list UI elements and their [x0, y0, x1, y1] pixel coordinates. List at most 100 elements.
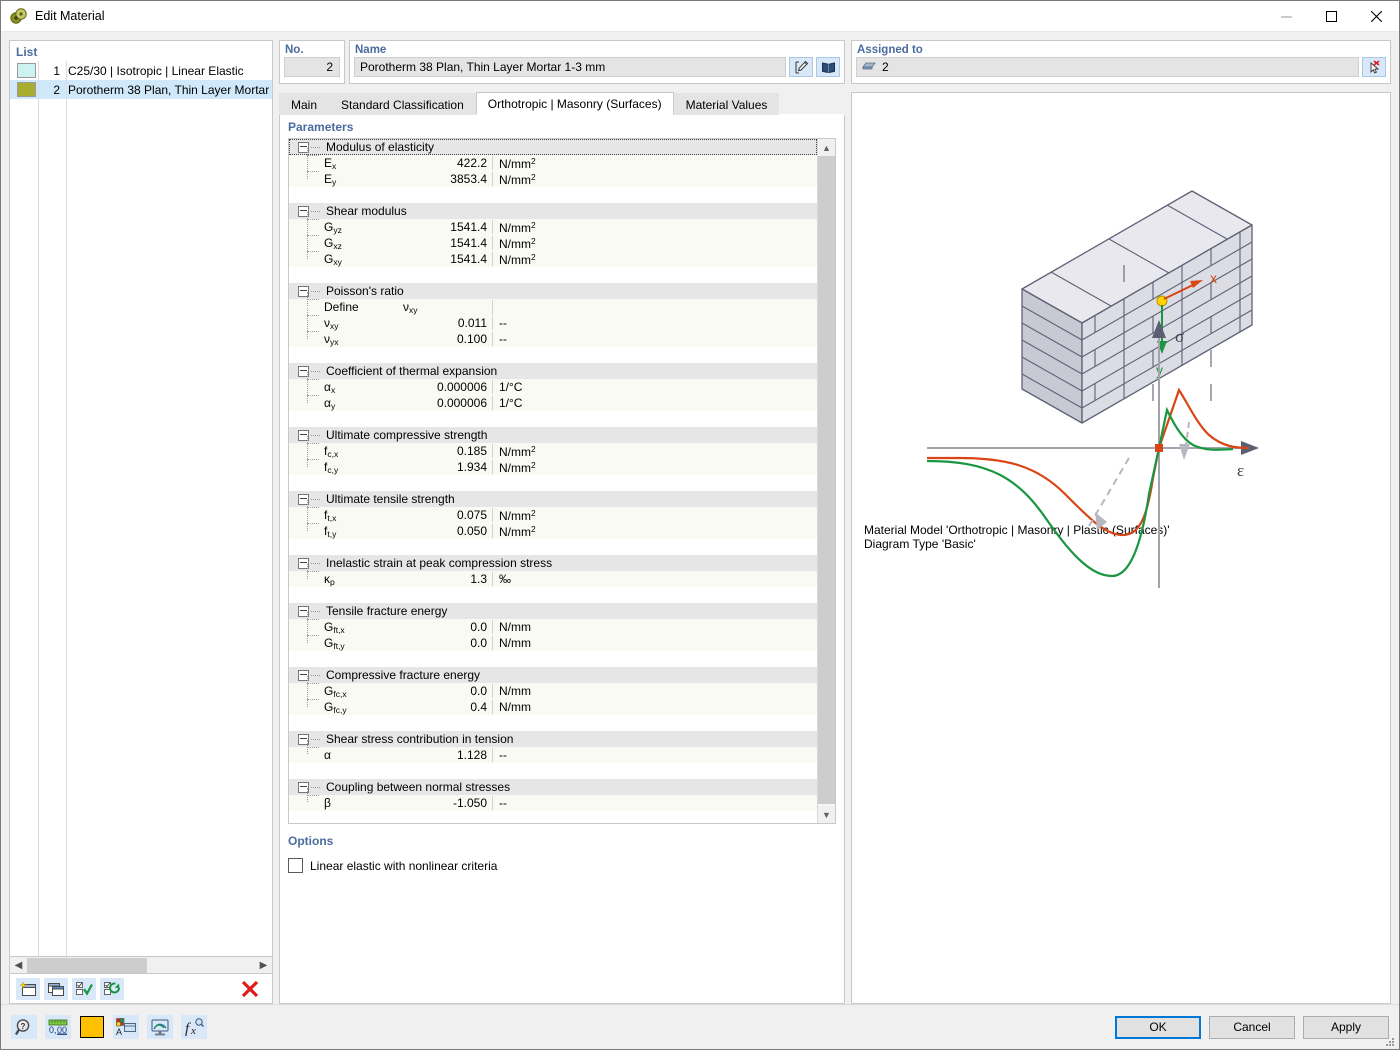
parameter-row[interactable]: Defineνxy [289, 299, 817, 315]
scroll-up-icon[interactable]: ▲ [818, 139, 835, 156]
close-icon[interactable] [1354, 1, 1399, 31]
parameter-value[interactable]: 0.0 [397, 684, 493, 698]
parameter-row[interactable]: Gxz1541.4N/mm2 [289, 235, 817, 251]
parameter-row[interactable]: Gyz1541.4N/mm2 [289, 219, 817, 235]
parameter-group-header[interactable]: Inelastic strain at peak compression str… [289, 555, 817, 571]
parameter-group-header[interactable]: Coupling between normal stresses [289, 779, 817, 795]
assigned-to-input[interactable]: 2 [856, 57, 1359, 77]
list-item[interactable]: 2Porotherm 38 Plan, Thin Layer Mortar 1-… [10, 80, 272, 99]
hscroll-track[interactable] [27, 958, 255, 973]
parameter-value[interactable]: 0.100 [397, 332, 493, 346]
parameter-row[interactable]: α1.128-- [289, 747, 817, 763]
hscroll-thumb[interactable] [27, 958, 147, 973]
parameter-value[interactable]: 1541.4 [397, 252, 493, 266]
parameter-row[interactable]: Gfc,x0.0N/mm [289, 683, 817, 699]
parameter-row[interactable]: Gxy1541.4N/mm2 [289, 251, 817, 267]
parameter-group-header[interactable]: Coefficient of thermal expansion [289, 363, 817, 379]
cancel-button[interactable]: Cancel [1209, 1016, 1295, 1039]
parameter-group-header[interactable]: Ultimate tensile strength [289, 491, 817, 507]
parameter-group-header[interactable]: Modulus of elasticity [289, 139, 817, 155]
color-swatch-icon[interactable] [79, 1015, 105, 1039]
parameter-group-header[interactable]: Tensile fracture energy [289, 603, 817, 619]
render-monitor-icon[interactable] [147, 1015, 173, 1039]
parameter-value[interactable]: νxy [397, 300, 493, 315]
name-input[interactable]: Porotherm 38 Plan, Thin Layer Mortar 1-3… [354, 57, 786, 77]
maximize-icon[interactable] [1309, 1, 1354, 31]
parameter-value[interactable]: -1.050 [397, 796, 493, 810]
scroll-down-icon[interactable]: ▼ [818, 806, 835, 823]
library-book-icon[interactable] [816, 57, 840, 77]
pencil-edit-icon[interactable] [789, 57, 813, 77]
parameter-row[interactable]: Gft,y0.0N/mm [289, 635, 817, 651]
tab-standard-classification[interactable]: Standard Classification [329, 93, 476, 115]
delete-material-button[interactable] [238, 978, 262, 1000]
parameter-value[interactable]: 0.000006 [397, 380, 493, 394]
parameter-value[interactable]: 1.128 [397, 748, 493, 762]
resize-grip[interactable] [1385, 1036, 1395, 1046]
tree-hline [307, 395, 319, 396]
function-fx-icon[interactable]: f x [181, 1015, 207, 1039]
parameter-row[interactable]: Ex422.2N/mm2 [289, 155, 817, 171]
tab-material-values[interactable]: Material Values [674, 93, 780, 115]
tree-connector [311, 499, 320, 500]
parameter-value[interactable]: 1.934 [397, 460, 493, 474]
parameter-row[interactable]: Ey3853.4N/mm2 [289, 171, 817, 187]
linear-elastic-checkbox[interactable] [288, 858, 303, 873]
parameter-row[interactable]: ft,y0.050N/mm2 [289, 523, 817, 539]
tab-orthotropic-masonry-surfaces[interactable]: Orthotropic | Masonry (Surfaces) [476, 92, 674, 115]
parameter-value[interactable]: 0.011 [397, 316, 493, 330]
parameter-row[interactable]: ft,x0.075N/mm2 [289, 507, 817, 523]
parameter-group-header[interactable]: Ultimate compressive strength [289, 427, 817, 443]
parameter-row[interactable]: αx0.0000061/°C [289, 379, 817, 395]
parameter-value[interactable]: 0.0 [397, 620, 493, 634]
parameter-row[interactable]: Gft,x0.0N/mm [289, 619, 817, 635]
linear-elastic-checkbox-row[interactable]: Linear elastic with nonlinear criteria [288, 858, 836, 873]
parameters-tree[interactable]: Modulus of elasticityEx422.2N/mm2Ey3853.… [289, 139, 817, 823]
parameter-value[interactable]: 0.075 [397, 508, 493, 522]
apply-button[interactable]: Apply [1303, 1016, 1389, 1039]
parameter-row[interactable]: fc,x0.185N/mm2 [289, 443, 817, 459]
vscroll-track[interactable] [818, 156, 835, 806]
select-cursor-icon[interactable] [1362, 57, 1386, 77]
parameter-value[interactable]: 0.0 [397, 636, 493, 650]
parameter-row[interactable]: Gfc,y0.4N/mm [289, 699, 817, 715]
parameter-row[interactable]: νxy0.011-- [289, 315, 817, 331]
parameter-value[interactable]: 1541.4 [397, 236, 493, 250]
parameter-value[interactable]: 0.185 [397, 444, 493, 458]
parameter-value[interactable]: 0.000006 [397, 396, 493, 410]
new-material-button[interactable] [16, 978, 40, 1000]
parameter-row[interactable]: αy0.0000061/°C [289, 395, 817, 411]
list-horizontal-scrollbar[interactable]: ◀ ▶ [9, 957, 273, 974]
parameter-group-spacer [289, 539, 817, 555]
parameters-vertical-scrollbar[interactable]: ▲ ▼ [817, 139, 835, 823]
minimize-icon[interactable] [1264, 1, 1309, 31]
parameter-row[interactable]: κp1.3‰ [289, 571, 817, 587]
parameter-value[interactable]: 1541.4 [397, 220, 493, 234]
units-000-icon[interactable]: 0, 00 [45, 1015, 71, 1039]
vscroll-thumb[interactable] [818, 156, 835, 804]
display-properties-icon[interactable]: A [113, 1015, 139, 1039]
surface-icon [862, 60, 876, 74]
parameter-value[interactable]: 0.4 [397, 700, 493, 714]
ok-button[interactable]: OK [1115, 1016, 1201, 1039]
tab-main[interactable]: Main [279, 93, 329, 115]
check-materials-button[interactable] [72, 978, 96, 1000]
list-item[interactable]: 1C25/30 | Isotropic | Linear Elastic [10, 61, 272, 80]
copy-material-button[interactable] [44, 978, 68, 1000]
parameter-value[interactable]: 3853.4 [397, 172, 493, 186]
parameter-row[interactable]: fc,y1.934N/mm2 [289, 459, 817, 475]
parameter-value[interactable]: 0.050 [397, 524, 493, 538]
parameter-group-header[interactable]: Shear modulus [289, 203, 817, 219]
parameter-group-header[interactable]: Compressive fracture energy [289, 667, 817, 683]
parameter-group-header[interactable]: Poisson's ratio [289, 283, 817, 299]
parameter-group-header[interactable]: Shear stress contribution in tension [289, 731, 817, 747]
parameter-value[interactable]: 422.2 [397, 156, 493, 170]
no-input[interactable]: 2 [284, 57, 340, 77]
scroll-left-icon[interactable]: ◀ [10, 958, 27, 973]
parameter-value[interactable]: 1.3 [397, 572, 493, 586]
update-materials-button[interactable] [100, 978, 124, 1000]
magnifier-question-icon[interactable]: ? [11, 1015, 37, 1039]
scroll-right-icon[interactable]: ▶ [255, 958, 272, 973]
parameter-row[interactable]: β-1.050-- [289, 795, 817, 811]
parameter-row[interactable]: νyx0.100-- [289, 331, 817, 347]
